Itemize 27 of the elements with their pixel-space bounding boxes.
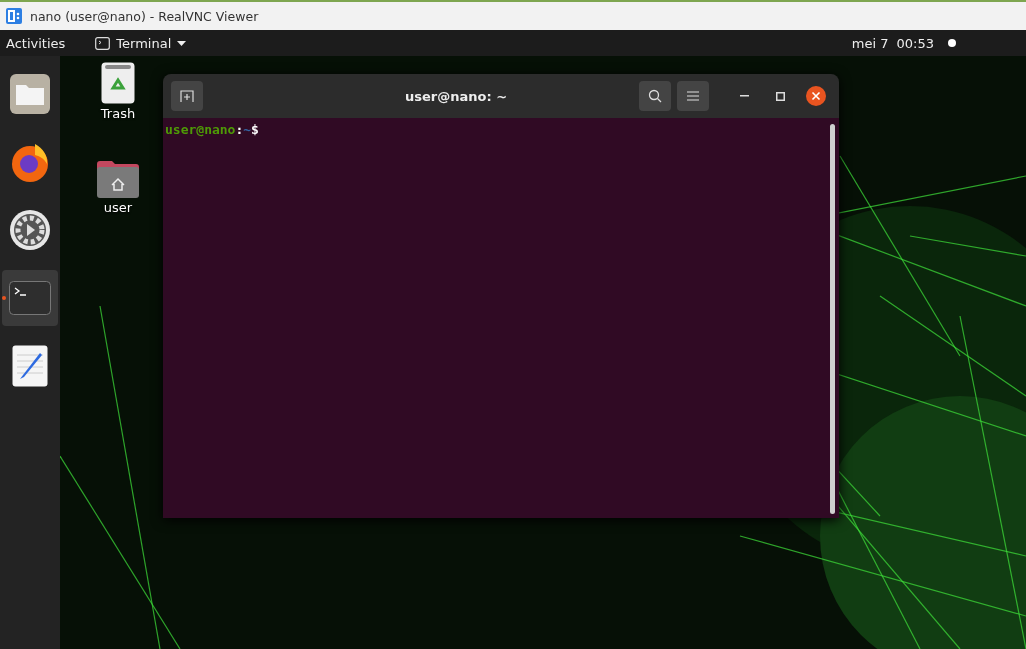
menu-icon [687,91,699,101]
minimize-icon [739,95,749,97]
close-icon [806,86,826,106]
terminal-title: user@nano: ~ [403,88,509,104]
folder-icon [9,73,51,115]
home-folder-icon [97,160,139,198]
search-icon [648,89,662,103]
terminal-icon [9,281,51,315]
maximize-icon [775,91,785,101]
new-tab-icon [180,90,194,102]
gear-icon [9,209,51,251]
pencil-document-icon [12,345,48,387]
shell-prompt: user@nano:~$ [165,122,260,139]
clock-text[interactable]: 00:53 [896,35,934,51]
caret-icon [177,40,187,46]
terminal-icon [95,36,111,50]
search-button[interactable] [639,81,671,111]
window-title: nano (user@nano) - RealVNC Viewer [30,8,259,24]
menu-button[interactable] [677,81,709,111]
scrollbar[interactable] [830,124,835,514]
new-tab-button[interactable] [171,81,203,111]
activities-button[interactable]: Activities [6,35,66,51]
date-text[interactable]: mei 7 [851,35,889,51]
browser-icon [9,141,51,183]
status-dot-icon[interactable] [948,39,956,47]
app-menu-button[interactable]: Terminal [95,35,187,51]
app-logo-icon [6,8,22,24]
